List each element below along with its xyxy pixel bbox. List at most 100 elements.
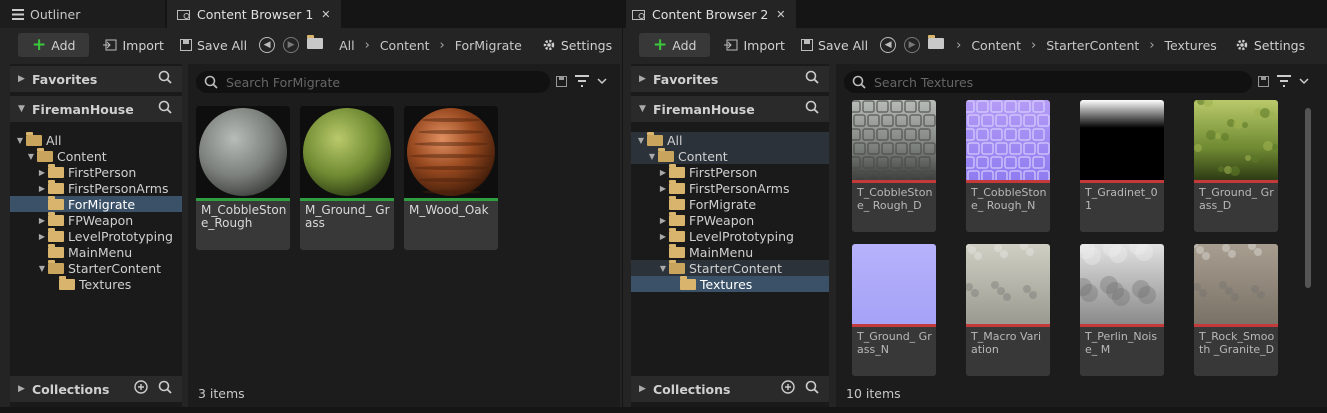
texture-asset-tile[interactable]: T_Gradinet_01 — [1080, 100, 1164, 232]
tab-content-browser-1[interactable]: Content Browser 1 ✕ — [167, 0, 341, 28]
breadcrumb-separator-icon[interactable]: › — [436, 38, 449, 53]
breadcrumb-content[interactable]: Content — [374, 38, 436, 53]
tree-item-startercontent[interactable]: ▼ StarterContent — [631, 259, 829, 276]
breadcrumb-separator-icon[interactable]: › — [1145, 38, 1158, 53]
tree-item-firstperson[interactable]: ▶ FirstPerson — [10, 163, 182, 180]
forward-arrow-icon[interactable]: ▶ — [283, 37, 300, 53]
search-icon[interactable] — [158, 70, 172, 84]
add-button[interactable]: + Add — [18, 33, 90, 57]
chevron-down-icon[interactable] — [1299, 77, 1309, 85]
tree-item-content[interactable]: ▼ Content — [631, 147, 829, 164]
expand-arrow-icon[interactable]: ▶ — [657, 232, 669, 241]
breadcrumb-startercontent[interactable]: StarterContent — [1040, 38, 1145, 53]
expand-arrow-icon[interactable]: ▶ — [36, 168, 48, 177]
breadcrumb-separator-icon[interactable]: › — [952, 38, 965, 53]
tree-item-formigrate[interactable]: ForMigrate — [631, 195, 829, 212]
filter-icon[interactable] — [575, 75, 589, 87]
texture-asset-tile[interactable]: T_CobbleStone_ Rough_N — [966, 100, 1050, 232]
texture-asset-tile[interactable]: T_Ground_ Grass_N — [852, 244, 936, 376]
material-asset-tile[interactable]: M_Wood_Oak — [404, 106, 498, 250]
expand-arrow-icon[interactable]: ▶ — [36, 184, 48, 193]
expand-arrow-icon[interactable]: ▶ — [657, 184, 669, 193]
tree-item-firstpersonarms[interactable]: ▶ FirstPersonArms — [631, 179, 829, 196]
forward-arrow-icon[interactable]: ▶ — [904, 37, 921, 53]
collapse-arrow-icon[interactable]: ▼ — [25, 152, 37, 161]
project-header[interactable]: ▼ FiremanHouse — [10, 96, 182, 122]
save-all-button[interactable]: Save All — [793, 33, 876, 57]
filter-icon[interactable] — [1277, 75, 1291, 87]
tab-content-browser-2[interactable]: Content Browser 2 ✕ — [626, 0, 796, 28]
breadcrumb-all[interactable]: All — [333, 38, 361, 53]
material-asset-tile[interactable]: M_Ground_ Grass — [300, 106, 394, 250]
chevron-down-icon[interactable] — [597, 77, 607, 85]
tree-item-content[interactable]: ▼ Content — [10, 147, 182, 164]
tree-item-fpweapon[interactable]: ▶ FPWeapon — [631, 211, 829, 228]
expand-arrow-icon[interactable]: ▶ — [36, 216, 48, 225]
save-search-icon[interactable] — [1258, 75, 1269, 87]
expand-arrow-icon[interactable]: ▶ — [36, 232, 48, 241]
breadcrumb-content[interactable]: Content — [965, 38, 1027, 53]
collapse-arrow-icon[interactable]: ▼ — [646, 152, 658, 161]
search-icon[interactable] — [805, 380, 819, 394]
breadcrumb-separator-icon[interactable]: › — [361, 38, 374, 53]
texture-asset-tile[interactable]: T_Rock_Smooth _Granite_D — [1194, 244, 1278, 376]
collapse-arrow-icon[interactable]: ▼ — [14, 136, 26, 145]
favorites-header[interactable]: ▶ Favorites — [10, 66, 182, 92]
add-collection-icon[interactable] — [134, 380, 148, 394]
search-icon[interactable] — [805, 100, 819, 114]
texture-asset-tile[interactable]: T_Perlin_Noise_ M — [1080, 244, 1164, 376]
expand-arrow-icon[interactable]: ▶ — [657, 168, 669, 177]
search-input[interactable]: Search ForMigrate — [196, 71, 550, 93]
close-icon[interactable]: ✕ — [321, 8, 330, 21]
tree-item-label: FirstPersonArms — [68, 180, 169, 196]
collapse-arrow-icon[interactable]: ▼ — [635, 136, 647, 145]
back-arrow-icon[interactable]: ◀ — [880, 37, 897, 53]
save-all-button[interactable]: Save All — [172, 33, 255, 57]
tree-item-all[interactable]: ▼ All — [10, 131, 182, 148]
tab-outliner[interactable]: Outliner — [0, 0, 165, 28]
tree-item-textures[interactable]: Textures — [10, 275, 182, 292]
collections-header[interactable]: ▶ Collections — [10, 376, 182, 402]
tree-item-levelprototyping[interactable]: ▶ LevelPrototyping — [10, 227, 182, 244]
add-button[interactable]: + Add — [639, 33, 711, 57]
texture-asset-tile[interactable]: T_CobbleStone_ Rough_D — [852, 100, 936, 232]
collapse-arrow-icon[interactable]: ▼ — [36, 264, 48, 273]
tree-item-levelprototyping[interactable]: ▶ LevelPrototyping — [631, 227, 829, 244]
back-arrow-icon[interactable]: ◀ — [259, 37, 276, 53]
tree-item-mainmenu[interactable]: MainMenu — [10, 243, 182, 260]
tree-item-textures[interactable]: Textures — [631, 275, 829, 292]
scrollbar[interactable] — [1305, 108, 1311, 288]
content-browser-2-panel: + Add Import Save All ◀ ▶ › Content › St… — [623, 28, 1327, 407]
material-asset-tile[interactable]: M_CobbleStone_Rough — [196, 106, 290, 250]
tree-item-startercontent[interactable]: ▼ StarterContent — [10, 259, 182, 276]
tree-item-fpweapon[interactable]: ▶ FPWeapon — [10, 211, 182, 228]
tree-item-formigrate[interactable]: ForMigrate — [10, 195, 182, 212]
project-header[interactable]: ▼ FiremanHouse — [631, 96, 829, 122]
texture-asset-tile[interactable]: T_Ground_ Grass_D — [1194, 100, 1278, 232]
save-icon — [179, 39, 192, 51]
breadcrumb-formigrate[interactable]: ForMigrate — [449, 38, 528, 53]
favorites-header[interactable]: ▶ Favorites — [631, 66, 829, 92]
search-icon[interactable] — [158, 380, 172, 394]
tree-item-all[interactable]: ▼ All — [631, 131, 829, 148]
breadcrumb-textures[interactable]: Textures — [1159, 38, 1223, 53]
settings-button[interactable]: Settings — [534, 33, 620, 57]
search-input[interactable]: Search Textures — [844, 71, 1252, 93]
expand-arrow-icon[interactable]: ▶ — [657, 216, 669, 225]
tree-item-firstpersonarms[interactable]: ▶ FirstPersonArms — [10, 179, 182, 196]
add-collection-icon[interactable] — [781, 380, 795, 394]
collapse-arrow-icon[interactable]: ▼ — [657, 264, 669, 273]
texture-asset-tile[interactable]: T_Macro Variation — [966, 244, 1050, 376]
import-button[interactable]: Import — [95, 33, 172, 57]
search-icon[interactable] — [805, 70, 819, 84]
tree-item-firstperson[interactable]: ▶ FirstPerson — [631, 163, 829, 180]
breadcrumb-separator-icon[interactable]: › — [1027, 38, 1040, 53]
settings-button[interactable]: Settings — [1227, 33, 1313, 57]
collections-header[interactable]: ▶ Collections — [631, 376, 829, 402]
tree-item-label: Textures — [79, 276, 132, 292]
close-icon[interactable]: ✕ — [776, 8, 785, 21]
import-button[interactable]: Import — [716, 33, 793, 57]
tree-item-mainmenu[interactable]: MainMenu — [631, 243, 829, 260]
search-icon[interactable] — [158, 100, 172, 114]
save-search-icon[interactable] — [556, 75, 567, 87]
